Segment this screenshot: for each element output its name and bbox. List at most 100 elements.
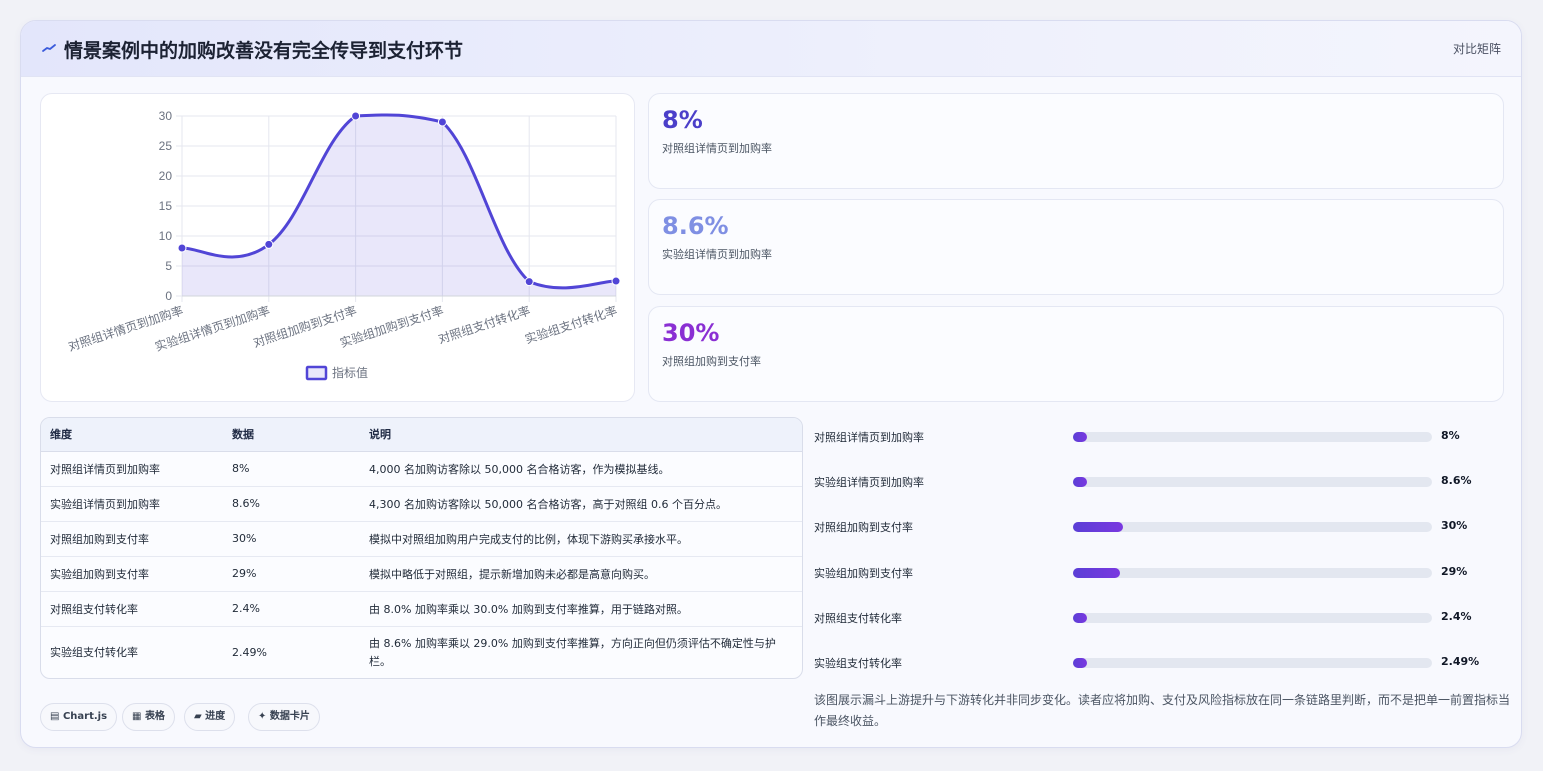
y-tick-label: 10 [159, 229, 173, 243]
sparkle-icon: ✦ [258, 711, 270, 722]
table-cell: 29% [223, 556, 360, 592]
progress-fill [1073, 613, 1088, 623]
column-header: 说明 [360, 418, 802, 452]
progress-row: 实验组支付转化率 2.49% [814, 652, 1514, 672]
column-header: 维度 [41, 418, 223, 452]
data-point [437, 117, 447, 127]
progress-fill [1073, 568, 1120, 578]
kpi-label: 实验组详情页到加购率 [662, 248, 772, 261]
y-tick-label: 25 [159, 139, 173, 153]
tag-data-card[interactable]: ✦ 数据卡片 [248, 703, 320, 731]
table-row: 实验组支付转化率 2.49% 由 8.6% 加购率乘以 29.0% 加购到支付率… [41, 626, 802, 678]
progress-icon: ▰ [194, 711, 206, 722]
progress-track [1073, 568, 1432, 578]
progress-fill [1073, 658, 1088, 668]
kpi-value: 8% [662, 106, 703, 134]
progress-value: 8.6% [1441, 474, 1472, 487]
kpi-card-experiment-add-rate: 8.6% 实验组详情页到加购率 [648, 199, 1504, 295]
table-row: 对照组加购到支付率 30% 模拟中对照组加购用户完成支付的比例，体现下游购买承接… [41, 521, 802, 557]
table-cell: 30% [223, 521, 360, 557]
y-tick-label: 30 [159, 109, 173, 123]
y-tick-label: 20 [159, 169, 173, 183]
table-cell: 对照组支付转化率 [41, 591, 223, 627]
main-card: 情景案例中的加购改善没有完全传导到支付环节 对比矩阵 0 5 10 15 20 25 30 对… [20, 20, 1522, 748]
tag-progress[interactable]: ▰ 进度 [184, 703, 236, 731]
kpi-label: 对照组详情页到加购率 [662, 142, 772, 155]
legend-swatch [305, 365, 328, 381]
progress-fill [1073, 477, 1088, 487]
chart-icon: ▤ [50, 711, 63, 722]
tag-label: 数据卡片 [269, 711, 310, 722]
progress-label: 实验组详情页到加购率 [814, 476, 924, 489]
progress-label: 对照组支付转化率 [814, 612, 902, 625]
progress-track [1073, 432, 1432, 442]
table-icon: ▦ [132, 711, 145, 722]
data-point [177, 243, 187, 253]
tag-table[interactable]: ▦ 表格 [122, 703, 175, 731]
table-row: 对照组支付转化率 2.4% 由 8.0% 加购率乘以 30.0% 加购到支付率推… [41, 591, 802, 627]
kpi-label: 对照组加购到支付率 [662, 355, 761, 368]
table-cell: 由 8.0% 加购率乘以 30.0% 加购到支付率推算，用于链路对照。 [360, 591, 802, 627]
x-tick-label: 对照组支付转化率 [436, 303, 532, 347]
table-cell: 4,300 名加购访客除以 50,000 名合格访客，高于对照组 0.6 个百分… [360, 486, 802, 522]
data-point [524, 277, 534, 287]
tag-chartjs[interactable]: ▤ Chart.js [40, 703, 118, 731]
page-title: 情景案例中的加购改善没有完全传导到支付环节 [64, 40, 464, 62]
table-row: 实验组加购到支付率 29% 模拟中略低于对照组，提示新增加购未必都是高意向购买。 [41, 556, 802, 592]
progress-row: 实验组加购到支付率 29% [814, 562, 1514, 582]
kpi-value: 30% [662, 319, 720, 347]
progress-label: 对照组详情页到加购率 [814, 431, 924, 444]
data-table: 维度 数据 说明 对照组详情页到加购率 8% 4,000 名加购访客除以 50,… [40, 417, 803, 679]
y-tick-label: 0 [165, 289, 172, 303]
table-cell: 实验组详情页到加购率 [41, 486, 223, 522]
progress-track [1073, 658, 1432, 668]
table-row: 实验组详情页到加购率 8.6% 4,300 名加购访客除以 50,000 名合格… [41, 486, 802, 522]
table-cell: 8.6% [223, 486, 360, 522]
progress-track [1073, 522, 1432, 532]
view-badge: 对比矩阵 [1452, 42, 1501, 56]
kpi-card-control-pay-rate: 30% 对照组加购到支付率 [648, 306, 1504, 402]
kpi-card-control-add-rate: 8% 对照组详情页到加购率 [648, 93, 1504, 189]
progress-row: 对照组支付转化率 2.4% [814, 607, 1514, 627]
legend-label: 指标值 [332, 365, 368, 380]
progress-row: 对照组加购到支付率 30% [814, 516, 1514, 536]
progress-label: 实验组加购到支付率 [814, 567, 913, 580]
progress-value: 29% [1441, 565, 1468, 578]
progress-row: 实验组详情页到加购率 8.6% [814, 471, 1514, 491]
table-cell: 2.4% [223, 591, 360, 627]
table-row: 对照组详情页到加购率 8% 4,000 名加购访客除以 50,000 名合格访客… [41, 451, 802, 487]
tag-label: Chart.js [62, 711, 108, 722]
progress-value: 2.49% [1441, 655, 1480, 668]
progress-label: 对照组加购到支付率 [814, 521, 913, 534]
header: 情景案例中的加购改善没有完全传导到支付环节 对比矩阵 [21, 21, 1521, 77]
progress-track [1073, 613, 1432, 623]
table-cell: 模拟中略低于对照组，提示新增加购未必都是高意向购买。 [360, 556, 802, 592]
table-cell: 模拟中对照组加购用户完成支付的比例，体现下游购买承接水平。 [360, 521, 802, 557]
progress-row: 对照组详情页到加购率 8% [814, 426, 1514, 446]
data-point [264, 239, 274, 249]
chart-canvas: 051015202530对照组详情页到加购率实验组详情页到加购率对照组加购到支付… [66, 109, 621, 381]
data-point [351, 111, 361, 121]
progress-fill [1073, 522, 1124, 532]
column-header: 数据 [223, 418, 360, 452]
data-point [611, 276, 621, 286]
tag-label: 进度 [205, 711, 226, 722]
tag-label: 表格 [144, 711, 165, 722]
progress-label: 实验组支付转化率 [814, 657, 902, 670]
table-cell: 实验组支付转化率 [50, 645, 138, 659]
kpi-value: 8.6% [662, 212, 729, 240]
x-tick-label: 实验组支付转化率 [523, 303, 619, 347]
progress-fill [1073, 432, 1088, 442]
trend-icon [42, 44, 56, 52]
table-cell: 对照组加购到支付率 [41, 521, 223, 557]
table-cell: 2.49% [232, 645, 267, 659]
y-tick-label: 15 [159, 199, 173, 213]
series-area [182, 114, 616, 296]
table-cell: 对照组详情页到加购率 [41, 451, 223, 487]
y-tick-label: 5 [165, 259, 172, 273]
progress-track [1073, 477, 1432, 487]
table-cell: 实验组加购到支付率 [41, 556, 223, 592]
table-cell: 8% [223, 451, 360, 487]
line-chart: 0 5 10 15 20 25 30 对照组详情页到加购率 实验组详情页到加购率 对照组加购到支付… [40, 93, 635, 402]
progress-value: 8% [1441, 429, 1460, 442]
